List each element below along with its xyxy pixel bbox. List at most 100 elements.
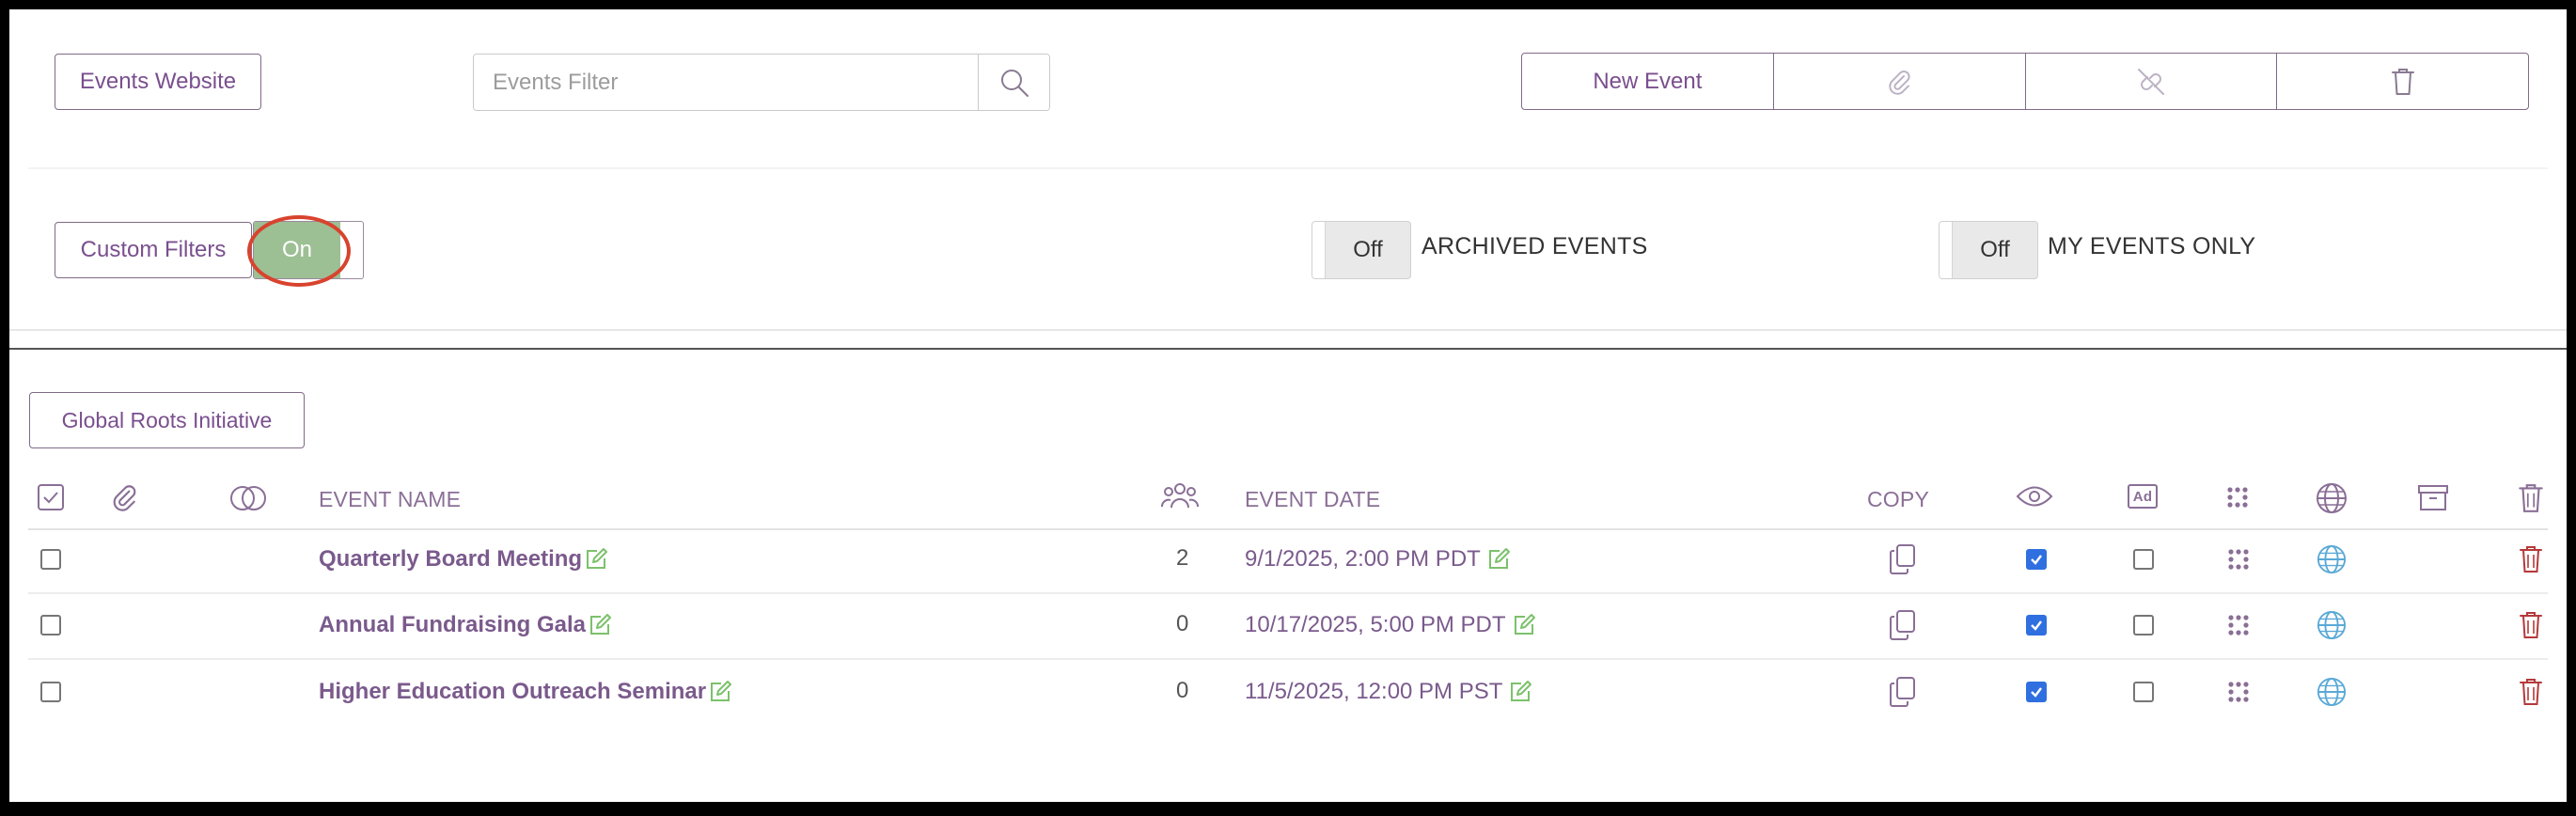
checkbox-checked — [2026, 549, 2047, 570]
grid-button[interactable] — [2228, 615, 2249, 636]
globe-icon — [2317, 677, 2347, 707]
organization-button[interactable]: Global Roots Initiative — [29, 392, 305, 448]
event-name-link[interactable]: Higher Education Outreach Seminar — [319, 679, 706, 705]
ad-icon: Ad — [2128, 484, 2158, 509]
edit-icon[interactable] — [1486, 547, 1511, 572]
event-date: 9/1/2025, 2:00 PM PDT — [1245, 546, 1481, 572]
copy-event-button[interactable] — [1889, 676, 1917, 708]
ad-checkbox[interactable] — [2133, 682, 2154, 702]
row-select-checkbox[interactable] — [40, 549, 61, 570]
attendees-header — [1160, 479, 1200, 513]
delete-event-button[interactable] — [2518, 677, 2544, 707]
checkbox-icon — [38, 484, 64, 510]
checkbox-checked — [2026, 682, 2047, 702]
toggle-state-on: On — [254, 222, 340, 278]
events-page: Events Website New Event — [9, 9, 2567, 802]
custom-filters-button[interactable]: Custom Filters — [55, 222, 252, 278]
globe-icon — [2317, 610, 2347, 640]
search-button[interactable] — [978, 55, 1049, 110]
my-events-only-toggle[interactable]: Off — [1939, 221, 2038, 279]
unlink-button[interactable] — [2026, 54, 2278, 109]
event-date-header[interactable]: EVENT DATE — [1245, 487, 1380, 512]
copy-event-button[interactable] — [1889, 609, 1917, 641]
visibility-checkbox[interactable] — [2026, 682, 2047, 702]
trash-icon — [2520, 679, 2542, 705]
select-all-checkbox[interactable] — [37, 483, 65, 511]
edit-icon[interactable] — [1508, 680, 1532, 704]
attendee-count: 0 — [1176, 678, 1189, 703]
toggle-nub — [1940, 222, 1953, 278]
archived-events-toggle[interactable]: Off — [1312, 221, 1411, 279]
website-header — [2316, 482, 2348, 514]
attendee-count: 0 — [1176, 611, 1189, 636]
event-name-link[interactable]: Quarterly Board Meeting — [319, 546, 582, 573]
trash-icon — [2391, 68, 2414, 95]
events-filter — [473, 54, 1050, 111]
event-name-link[interactable]: Annual Fundraising Gala — [319, 612, 586, 638]
event-actions-group: New Event — [1521, 53, 2529, 110]
event-website-button[interactable] — [2317, 610, 2347, 640]
row-divider — [28, 658, 2548, 660]
event-website-button[interactable] — [2317, 544, 2347, 574]
checkbox-checked — [2026, 615, 2047, 636]
custom-filters-toggle[interactable]: On — [253, 221, 364, 279]
ad-checkbox[interactable] — [2133, 549, 2154, 570]
visibility-header — [2016, 484, 2053, 509]
events-website-button[interactable]: Events Website — [55, 54, 261, 110]
event-date: 10/17/2025, 5:00 PM PDT — [1245, 612, 1506, 637]
archive-header — [2417, 484, 2449, 512]
visibility-checkbox[interactable] — [2026, 549, 2047, 570]
event-date-cell: 11/5/2025, 12:00 PM PST — [1245, 677, 1532, 707]
dot-grid-icon — [2228, 549, 2249, 570]
copy-event-button[interactable] — [1889, 543, 1917, 575]
row-divider — [28, 592, 2548, 594]
attach-button[interactable] — [1774, 54, 2026, 109]
events-filter-input[interactable] — [474, 55, 978, 110]
divider — [9, 348, 2567, 350]
checkbox — [40, 549, 61, 570]
delete-event-button[interactable] — [2518, 544, 2544, 574]
edit-icon[interactable] — [1512, 613, 1536, 637]
table-header-divider — [28, 528, 2548, 530]
attendee-count: 2 — [1176, 545, 1189, 571]
overlap-header — [228, 482, 268, 514]
checkbox — [40, 615, 61, 636]
paperclip-icon — [1889, 70, 1910, 95]
overlapping-circles-icon — [230, 486, 266, 510]
delete-selected-button[interactable] — [2277, 54, 2528, 109]
archived-events-label: ARCHIVED EVENTS — [1422, 233, 1648, 259]
edit-icon[interactable] — [708, 680, 732, 704]
paperclip-icon — [113, 485, 136, 511]
event-date: 11/5/2025, 12:00 PM PST — [1245, 679, 1503, 704]
event-website-button[interactable] — [2317, 677, 2347, 707]
attachments-header — [109, 482, 139, 512]
trash-icon — [2519, 484, 2543, 512]
checkbox — [40, 682, 61, 702]
delete-header — [2518, 482, 2544, 514]
grid-header — [2227, 487, 2248, 508]
toggle-state-off: Off — [1353, 237, 1383, 262]
grid-button[interactable] — [2228, 549, 2249, 570]
copy-icon — [1890, 677, 1915, 707]
delete-event-button[interactable] — [2518, 610, 2544, 640]
row-select-checkbox[interactable] — [40, 682, 61, 702]
checkbox — [2133, 549, 2154, 570]
checkbox — [2133, 615, 2154, 636]
row-select-checkbox[interactable] — [40, 615, 61, 636]
dot-grid-icon — [2228, 682, 2249, 702]
copy-icon — [1890, 544, 1915, 574]
toggle-nub — [1312, 222, 1326, 278]
new-event-button[interactable]: New Event — [1522, 54, 1774, 109]
edit-icon[interactable] — [584, 547, 608, 572]
ad-checkbox[interactable] — [2133, 615, 2154, 636]
people-icon — [1161, 483, 1199, 509]
archive-box-icon — [2418, 485, 2448, 510]
event-name-header[interactable]: EVENT NAME — [319, 487, 461, 512]
visibility-checkbox[interactable] — [2026, 615, 2047, 636]
dot-grid-icon — [2228, 615, 2249, 636]
globe-icon — [2317, 483, 2347, 513]
edit-icon[interactable] — [588, 613, 612, 637]
event-date-cell: 9/1/2025, 2:00 PM PDT — [1245, 544, 1511, 574]
grid-button[interactable] — [2228, 682, 2249, 702]
table-row-event: Quarterly Board Meeting — [319, 544, 608, 574]
